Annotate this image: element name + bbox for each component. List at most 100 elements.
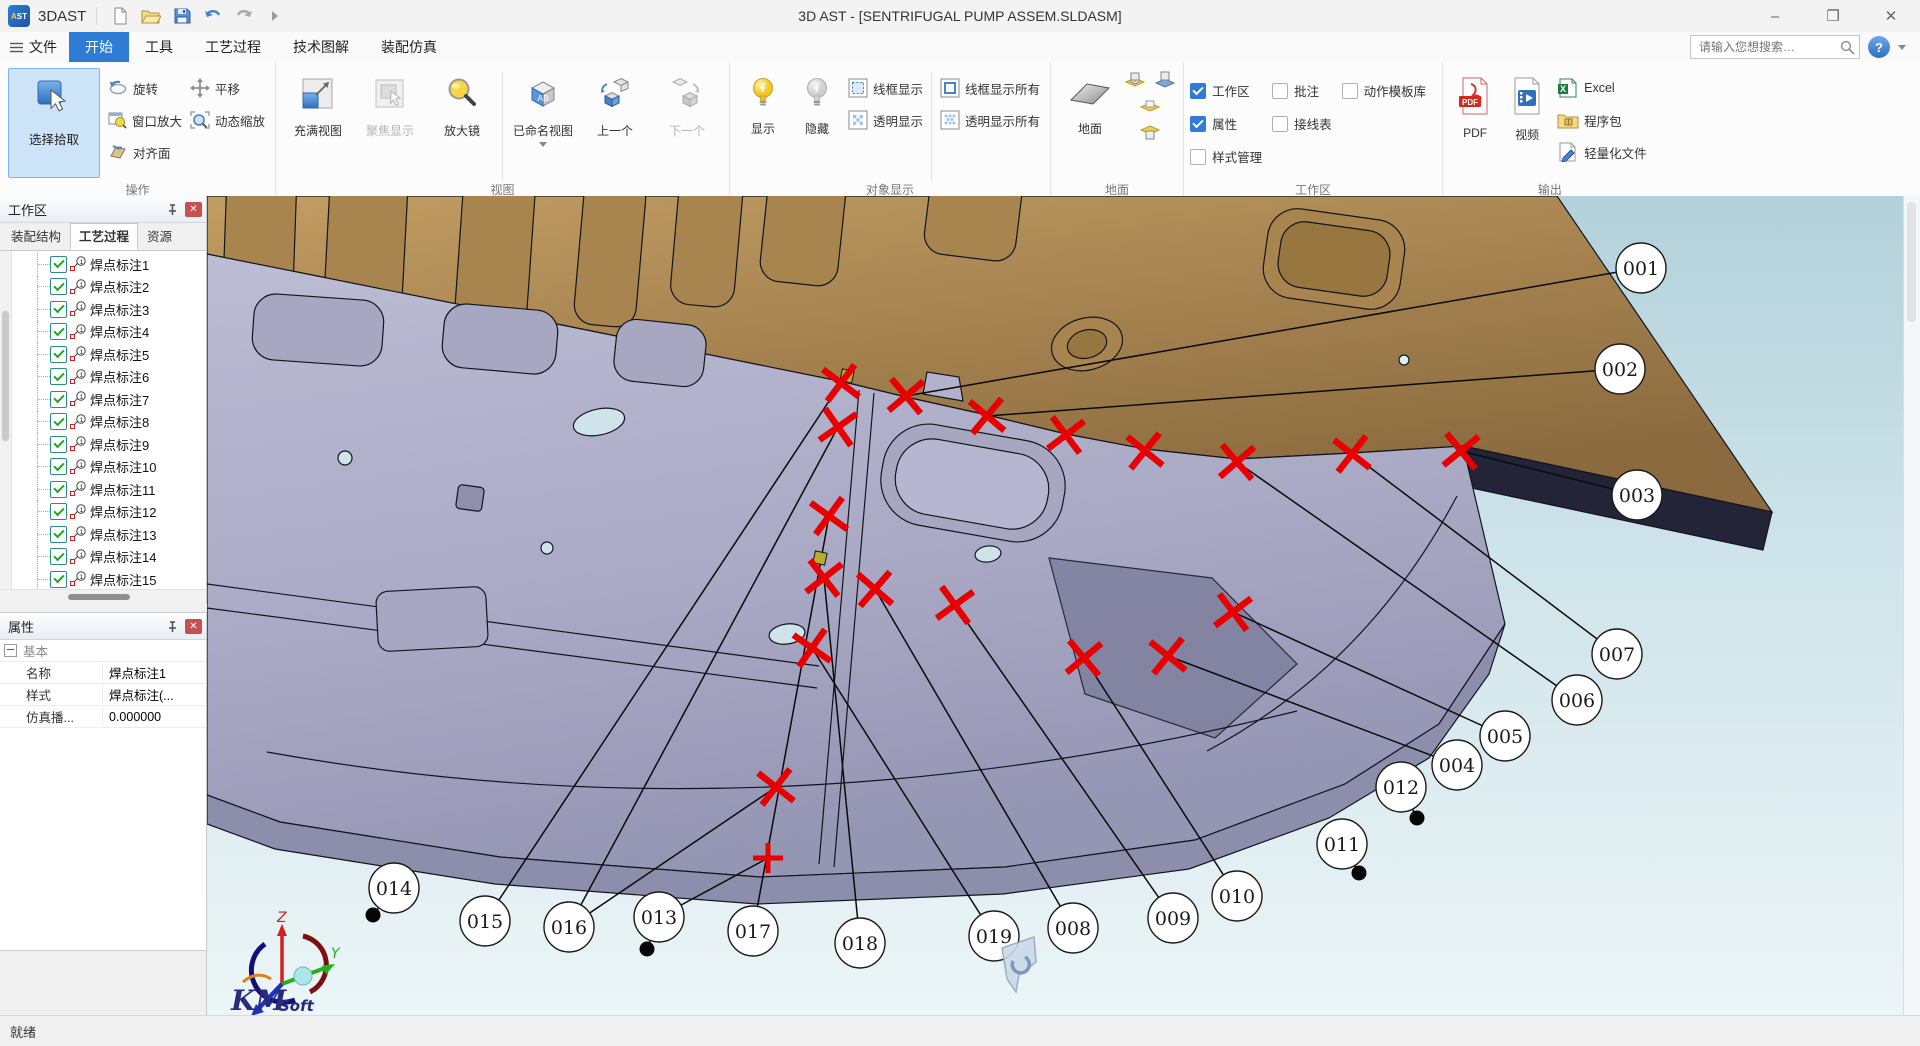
op-button-2[interactable]: 对齐面 (104, 136, 186, 168)
quick-access-more-icon[interactable] (262, 4, 288, 28)
tree-item-checkbox[interactable] (50, 548, 67, 565)
workspace-close-button[interactable]: ✕ (185, 202, 202, 217)
balloon-010[interactable]: 010 (1212, 871, 1262, 921)
named-view-button[interactable]: AB 已命名视图 (507, 66, 579, 180)
tab-process[interactable]: 工艺过程 (189, 32, 277, 62)
pin-icon[interactable] (163, 617, 181, 635)
tree-item-checkbox[interactable] (50, 481, 67, 498)
balloon-016[interactable]: 016 (544, 902, 594, 952)
tree-item-checkbox[interactable] (50, 436, 67, 453)
tab-process-tree[interactable]: 工艺过程 (70, 223, 138, 250)
tab-resources[interactable]: 资源 (138, 223, 181, 250)
balloon-008[interactable]: 008 (1048, 903, 1098, 953)
cube-ground-blue-icon[interactable] (1153, 68, 1177, 90)
output-button-2[interactable]: 轻量化文件 (1553, 136, 1651, 168)
wiring-table-checkbox[interactable]: 接线表 (1272, 107, 1332, 140)
balloon-011[interactable]: 011 (1317, 819, 1367, 869)
help-button[interactable]: ? (1868, 36, 1890, 58)
tree-item[interactable]: 1焊点标注2 (11, 276, 206, 299)
magnifier-button[interactable]: 放大镜 (426, 66, 498, 180)
tree-item[interactable]: 1焊点标注1 (11, 253, 206, 276)
balloon-013[interactable]: 013 (634, 892, 684, 942)
tree-item[interactable]: 1焊点标注10 (11, 456, 206, 479)
close-button[interactable]: ✕ (1862, 0, 1920, 32)
tree-item[interactable]: 1焊点标注12 (11, 501, 206, 524)
tree-item-checkbox[interactable] (50, 278, 67, 295)
tree-item[interactable]: 1焊点标注6 (11, 366, 206, 389)
tree-item[interactable]: 1焊点标注8 (11, 411, 206, 434)
viewport-canvas[interactable]: 0010020030040050060070080090100110120130… (207, 196, 1903, 1015)
tree-item[interactable]: 1焊点标注4 (11, 321, 206, 344)
pdf-export-button[interactable]: PDF PDF (1449, 66, 1501, 180)
op-button2-0[interactable]: 平移 (186, 72, 269, 104)
hide-button[interactable]: 隐藏 (790, 66, 844, 180)
balloon-017[interactable]: 017 (728, 906, 778, 956)
balloon-006[interactable]: 006 (1552, 675, 1602, 725)
property-row[interactable]: 名称焊点标注1 (0, 662, 206, 684)
op-button-1[interactable]: 窗口放大 (104, 104, 186, 136)
style-manage-checkbox[interactable]: 样式管理 (1190, 140, 1262, 173)
collapse-icon[interactable] (4, 644, 17, 657)
select-pick-button[interactable]: 选择拾取 (8, 68, 100, 178)
tree-item[interactable]: 1焊点标注11 (11, 478, 206, 501)
viewport-scrollbar[interactable] (1903, 196, 1920, 1015)
op-button2-1[interactable]: 动态缩放 (186, 104, 269, 136)
annotation-checkbox[interactable]: 批注 (1272, 74, 1332, 107)
video-export-button[interactable]: 视频 (1501, 66, 1553, 180)
tree-item[interactable]: 1焊点标注7 (11, 388, 206, 411)
transparent-display-all-button[interactable]: 透明显示所有 (936, 104, 1044, 136)
transparent-display-button[interactable]: 透明显示 (844, 104, 927, 136)
search-input[interactable] (1697, 39, 1840, 55)
properties-section-basic[interactable]: 基本 (0, 640, 206, 662)
tree-item-checkbox[interactable] (50, 526, 67, 543)
tree-item[interactable]: 1焊点标注14 (11, 546, 206, 569)
action-template-checkbox[interactable]: 动作模板库 (1342, 74, 1427, 107)
3d-viewport[interactable]: 0010020030040050060070080090100110120130… (207, 196, 1903, 1015)
fit-view-button[interactable]: 充满视图 (282, 66, 354, 180)
tree-item[interactable]: 1焊点标注5 (11, 343, 206, 366)
properties-checkbox[interactable]: 属性 (1190, 107, 1262, 140)
tree-horizontal-scrollbar[interactable] (0, 589, 206, 604)
tree-item-checkbox[interactable] (50, 458, 67, 475)
op-button-0[interactable]: 旋转 (104, 72, 186, 104)
balloon-007[interactable]: 007 (1592, 629, 1642, 679)
tree-item[interactable]: 1焊点标注3 (11, 298, 206, 321)
pin-icon[interactable] (163, 200, 181, 218)
tree-item-checkbox[interactable] (50, 368, 67, 385)
workspace-checkbox[interactable]: 工作区 (1190, 74, 1262, 107)
undo-icon[interactable] (200, 4, 226, 28)
tree-item-checkbox[interactable] (50, 571, 67, 588)
tab-assembly-sim[interactable]: 装配仿真 (365, 32, 453, 62)
tree-item-checkbox[interactable] (50, 323, 67, 340)
property-row[interactable]: 仿真播...0.000000 (0, 706, 206, 728)
balloon-015[interactable]: 015 (460, 896, 510, 946)
redo-icon[interactable] (231, 4, 257, 28)
tab-assembly-structure[interactable]: 装配结构 (2, 223, 70, 250)
output-button-1[interactable]: 程序包 (1553, 104, 1651, 136)
balloon-009[interactable]: 009 (1148, 893, 1198, 943)
search-box[interactable] (1690, 35, 1860, 59)
cube-under-icon[interactable] (1123, 122, 1177, 144)
balloon-018[interactable]: 018 (835, 918, 885, 968)
wireframe-display-all-button[interactable]: 线框显示所有 (936, 72, 1044, 104)
tree-item[interactable]: 1焊点标注9 (11, 433, 206, 456)
wireframe-display-button[interactable]: 线框显示 (844, 72, 927, 104)
minimize-button[interactable]: – (1746, 0, 1804, 32)
tab-tools[interactable]: 工具 (129, 32, 189, 62)
tree-item-checkbox[interactable] (50, 346, 67, 363)
properties-close-button[interactable]: ✕ (185, 619, 202, 634)
output-button-0[interactable]: XExcel (1553, 72, 1651, 104)
balloon-002[interactable]: 002 (1595, 344, 1645, 394)
save-icon[interactable] (169, 4, 195, 28)
tree-item[interactable]: 1焊点标注13 (11, 523, 206, 546)
open-file-icon[interactable] (138, 4, 164, 28)
cube-sunken-icon[interactable] (1123, 96, 1177, 116)
new-file-icon[interactable] (107, 4, 133, 28)
help-dropdown-caret-icon[interactable] (1898, 45, 1906, 50)
show-button[interactable]: 显示 (736, 66, 790, 180)
tree-item[interactable]: 1焊点标注15 (11, 568, 206, 591)
tree-item-checkbox[interactable] (50, 391, 67, 408)
tab-tech-illustration[interactable]: 技术图解 (277, 32, 365, 62)
cube-ground-yellow-icon[interactable] (1123, 68, 1147, 90)
restore-button[interactable]: ❐ (1804, 0, 1862, 32)
